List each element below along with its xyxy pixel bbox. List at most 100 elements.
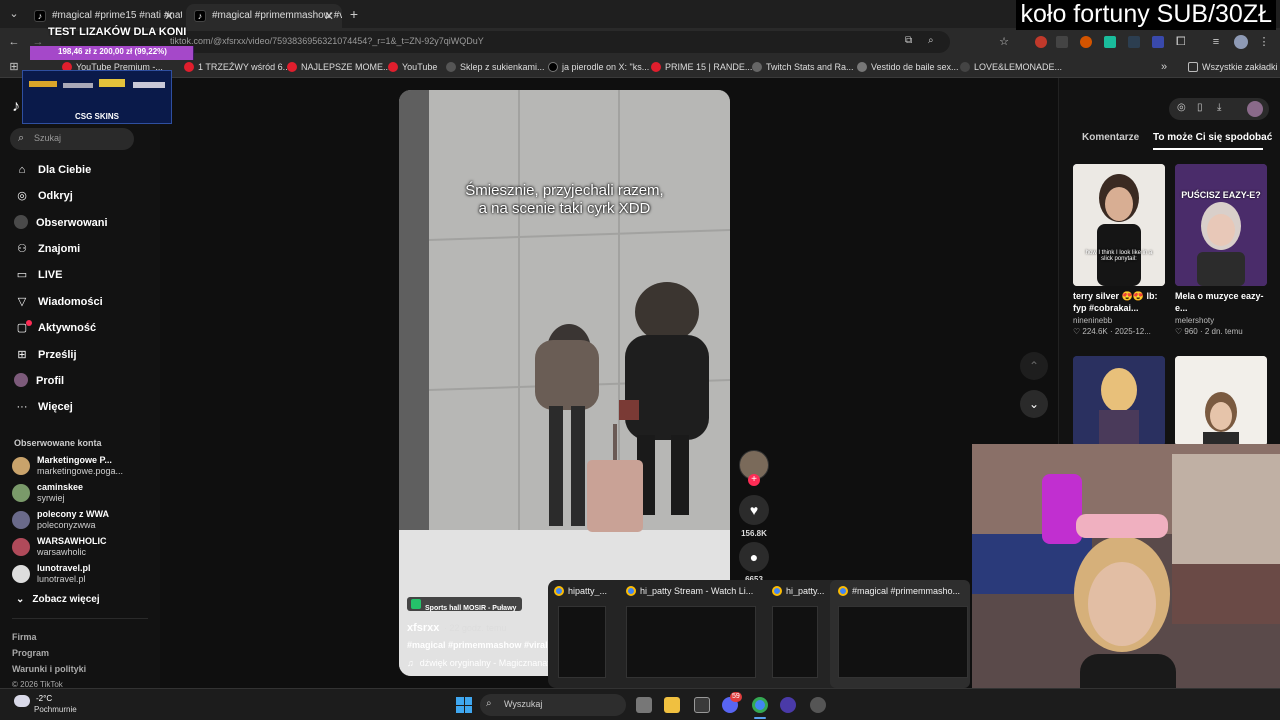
nav-aktywnosc[interactable]: ▢ Aktywność (14, 318, 96, 338)
tab-2[interactable]: ♪ #magical #primemmashow #vi ✕ (186, 4, 342, 28)
footer-link[interactable]: Firma (12, 632, 37, 642)
bookmark-item[interactable]: Sklep z sukienkami... (446, 56, 545, 78)
nav-znajomi[interactable]: ⚇ Znajomi (14, 239, 80, 259)
window-preview-image (838, 606, 968, 678)
taskbar-search[interactable]: ⌕ Wyszukaj (480, 694, 626, 716)
close-icon[interactable]: ✕ (324, 4, 334, 28)
windows-start-icon[interactable] (456, 697, 472, 713)
window-preview[interactable]: hi_patty Stream - Watch Li... (618, 580, 758, 688)
bookmark-item[interactable]: Vestido de baile sex... (857, 56, 959, 78)
recommended-card[interactable]: how I think I look like in a slick ponyt… (1073, 164, 1165, 336)
avatar (12, 511, 30, 529)
close-icon[interactable]: ✕ (164, 4, 174, 28)
media-icon[interactable]: ≡ (1208, 35, 1224, 49)
video-sound[interactable]: ♫ dźwięk oryginalny - Magicznanat (407, 658, 550, 668)
zoom-icon[interactable]: ⌕ (928, 35, 934, 46)
more-bookmarks-icon[interactable]: » (1156, 60, 1172, 74)
bookmark-item[interactable]: NAJLEPSZE MOME... (287, 56, 391, 78)
footer-link[interactable]: Warunki i polityki (12, 664, 86, 674)
scroll-down-button[interactable]: ⌄ (1020, 390, 1048, 418)
bookmark-item[interactable]: YouTube (388, 56, 437, 78)
bookmark-item[interactable]: LOVE&LEMONADE... (960, 56, 1062, 78)
file-explorer-icon[interactable] (664, 697, 680, 713)
extension-icon[interactable] (1035, 36, 1047, 48)
apps-icon[interactable]: ⊞ (6, 60, 22, 74)
recommended-card[interactable] (1073, 356, 1165, 446)
window-preview[interactable]: hipatty_... (548, 580, 612, 688)
followed-account[interactable]: Marketingowe P... marketingowe.poga... (12, 454, 152, 480)
comment-button[interactable]: ● (739, 542, 769, 572)
tab-recommended[interactable]: To może Ci się spodobać (1153, 132, 1272, 143)
install-icon[interactable]: ⧉ (905, 35, 912, 46)
video-tags[interactable]: #magical #primemmashow #viral # (407, 640, 555, 650)
scroll-up-button[interactable]: ⌃ (1020, 352, 1048, 380)
search-input[interactable]: ⌕ Szukaj (10, 128, 134, 150)
avatar[interactable] (1247, 101, 1263, 117)
window-preview[interactable]: #magical #primemmasho... (830, 580, 970, 688)
extension-icon[interactable] (1080, 36, 1092, 48)
footer-link[interactable]: Program (12, 648, 49, 658)
back-icon[interactable]: ← (6, 35, 22, 49)
bookmark-item[interactable]: PRIME 15 | RANDE... (651, 56, 752, 78)
nav-wiecej[interactable]: ··· Więcej (14, 397, 73, 417)
followed-account[interactable]: caminskee syrwiej (12, 481, 152, 507)
followed-account[interactable]: lunotravel.pl lunotravel.pl (12, 562, 152, 588)
video-author[interactable]: xfsrxx · 22 godz. temu (407, 618, 506, 636)
follow-plus-icon[interactable]: + (748, 474, 760, 486)
bookmark-item[interactable]: 1 TRZEŹWY wśród 6... (184, 56, 290, 78)
tab-1-label: #magical #prime15 #nati #natu (52, 10, 182, 21)
goal-progress-bar: 198,46 zł z 200,00 zł (99,22%) (30, 46, 194, 60)
tab-search-icon[interactable]: ⌄ (6, 7, 22, 21)
see-more-link[interactable]: ⌄ Zobacz więcej (16, 594, 100, 605)
bookmark-item[interactable]: ja pierodle on X: "ks... (548, 56, 649, 78)
followed-account[interactable]: polecony z WWA poleconyzwwa (12, 508, 152, 534)
star-icon[interactable]: ☆ (996, 35, 1012, 49)
video-thumbnail (1175, 356, 1267, 446)
new-tab-icon[interactable]: + (346, 7, 362, 21)
tab-underline (1153, 148, 1263, 150)
tiktok-logo-icon[interactable]: ♪ (12, 98, 20, 116)
tab-komentarze[interactable]: Komentarze (1082, 132, 1139, 143)
location-badge[interactable]: Sports hall MOSIR - Puławy (407, 597, 523, 612)
card-title: Mela o muzyce eazy-e... (1175, 291, 1264, 313)
nav-obserwowani[interactable]: Obserwowani (14, 213, 108, 233)
tab-1[interactable]: ♪ #magical #prime15 #nati #natu ✕ (26, 4, 182, 28)
task-view-icon[interactable] (636, 697, 652, 713)
followed-account[interactable]: WARSAWHOLIC warsawholic (12, 535, 152, 561)
goal-title: TEST LIZAKÓW DLA KONI (48, 26, 187, 38)
bookmark-item[interactable]: Twitch Stats and Ra... (752, 56, 854, 78)
chrome-icon[interactable] (752, 697, 768, 713)
compass-icon[interactable]: ◎ (1177, 102, 1186, 113)
app-icon[interactable] (780, 697, 796, 713)
weapon-skins-image (29, 79, 165, 88)
nav-profil[interactable]: Profil (14, 371, 64, 391)
nav-odkryj[interactable]: ◎ Odkryj (14, 186, 73, 206)
profile-avatar[interactable] (1234, 35, 1248, 49)
thumbnail-overlay-text: PUŚCISZ EAZY-E? (1181, 190, 1261, 200)
following-icon (14, 215, 28, 229)
extension-icon[interactable] (1056, 36, 1068, 48)
extension-icon[interactable] (1104, 36, 1116, 48)
weather-widget[interactable]: -2°C Pochmurnie (14, 692, 94, 718)
tiktok-favicon-icon: ♪ (194, 10, 206, 22)
extension-icon[interactable] (1128, 36, 1140, 48)
store-icon[interactable] (694, 697, 710, 713)
puzzle-icon[interactable]: ⧠ (1176, 34, 1186, 49)
chrome-icon (554, 586, 564, 596)
nav-live[interactable]: ▭ LIVE (14, 265, 63, 285)
app-icon[interactable] (810, 697, 826, 713)
nav-wiadomosci[interactable]: ▽ Wiadomości (14, 292, 103, 312)
recommended-card[interactable]: PUŚCISZ EAZY-E? Mela o muzyce eazy-e... … (1175, 164, 1267, 336)
menu-icon[interactable]: ⋮ (1256, 35, 1272, 49)
all-bookmarks[interactable]: Wszystkie zakładki (1188, 56, 1278, 78)
extension-icon[interactable] (1152, 36, 1164, 48)
avatar (12, 484, 30, 502)
download-icon[interactable]: ⤓ (1217, 102, 1221, 113)
nav-przeslij[interactable]: ⊞ Prześlij (14, 345, 76, 365)
nav-dla-ciebie[interactable]: ⌂ Dla Ciebie (14, 160, 92, 180)
recommended-card[interactable] (1175, 356, 1267, 446)
device-icon[interactable]: ▯ (1197, 102, 1203, 113)
window-preview[interactable]: hi_patty... (764, 580, 826, 688)
like-button[interactable]: ♥ (739, 495, 769, 525)
weather-desc: Pochmurnie (34, 705, 77, 714)
